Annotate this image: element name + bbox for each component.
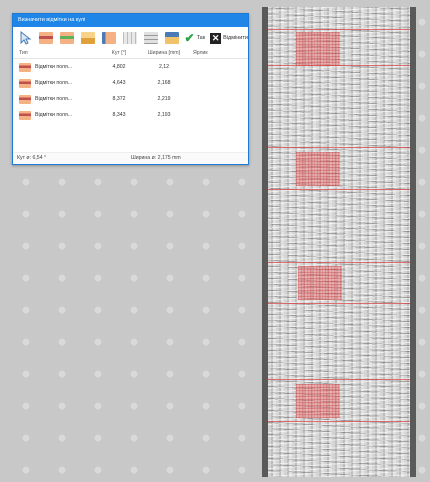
table-icon[interactable] xyxy=(143,30,159,46)
cell-type-text: Відмітки поля... xyxy=(35,96,73,102)
table-row[interactable]: Відмітки поля... 4,643 2,168 xyxy=(13,75,248,91)
cell-label[interactable] xyxy=(189,75,243,91)
layer-icon[interactable] xyxy=(80,30,96,46)
column-type-header[interactable]: Тип xyxy=(13,49,99,58)
mark-type-icon xyxy=(19,78,31,88)
table-row[interactable]: Відмітки поля... 4,802 2,12 xyxy=(13,59,248,75)
groove-line xyxy=(268,262,410,263)
sinusoid-add-icon[interactable] xyxy=(38,30,54,46)
cell-label[interactable] xyxy=(189,59,243,75)
groove-line xyxy=(268,379,410,380)
column-angle-header[interactable]: Кут [°] xyxy=(99,49,139,58)
cell-type: Відмітки поля... xyxy=(13,91,99,107)
cell-width: 2,193 xyxy=(157,112,171,118)
groove-line xyxy=(268,303,410,304)
cell-angle: 8,372 xyxy=(112,96,126,102)
average-angle: Кут ø: 6,54 ° xyxy=(17,155,47,161)
column-label-header[interactable]: Ярлик xyxy=(189,49,243,58)
table-row[interactable]: Відмітки поля... 8,372 2,219 xyxy=(13,91,248,107)
cell-type-text: Відмітки поля... xyxy=(35,80,73,86)
groove-line xyxy=(268,421,410,422)
cell-type-text: Відмітки поля... xyxy=(35,64,73,70)
cell-width: 2,12 xyxy=(158,64,170,70)
cell-type: Відмітки поля... xyxy=(13,75,99,91)
export-icon[interactable] xyxy=(164,30,180,46)
average-width: Ширина ø: 2,175 mm xyxy=(131,155,181,161)
check-icon: ✔ xyxy=(184,31,195,45)
cell-type: Відмітки поля... xyxy=(13,107,99,123)
cell-label[interactable] xyxy=(189,91,243,107)
cancel-button[interactable]: ✕ Відмінити xyxy=(210,30,248,46)
cell-width: 2,219 xyxy=(157,96,171,102)
selected-mark-region[interactable] xyxy=(296,152,340,186)
pointer-icon[interactable] xyxy=(17,30,33,46)
groove-line xyxy=(268,29,410,30)
sinusoid-edit-icon[interactable] xyxy=(101,30,117,46)
mark-type-icon xyxy=(19,110,31,120)
define-marks-dialog: Визначити відмітки на кулі ✔ Так ✕ Відмі… xyxy=(12,13,249,165)
bullet-image-strip[interactable] xyxy=(268,7,410,477)
status-bar: Кут ø: 6,54 ° Ширина ø: 2,175 mm xyxy=(13,152,248,164)
mark-type-icon xyxy=(19,94,31,104)
cell-angle: 8,343 xyxy=(112,112,126,118)
column-width-header[interactable]: Ширина [mm] xyxy=(139,49,189,58)
table-row[interactable]: Відмітки поля... 8,343 2,193 xyxy=(13,107,248,123)
sinusoid-green-icon[interactable] xyxy=(59,30,75,46)
cell-label[interactable] xyxy=(189,107,243,123)
marks-table: Тип Кут [°] Ширина [mm] Ярлик Відмітки п… xyxy=(13,49,248,123)
groove-line xyxy=(268,189,410,190)
cell-type-text: Відмітки поля... xyxy=(35,112,73,118)
cancel-button-label: Відмінити xyxy=(223,35,248,41)
groove-line xyxy=(268,147,410,148)
close-icon: ✕ xyxy=(210,32,222,44)
cell-type: Відмітки поля... xyxy=(13,59,99,75)
mark-type-icon xyxy=(19,62,31,72)
dialog-title: Визначити відмітки на кулі xyxy=(13,14,248,27)
grid-icon[interactable] xyxy=(122,30,138,46)
selected-mark-region[interactable] xyxy=(296,32,340,66)
selected-mark-region[interactable] xyxy=(296,384,340,418)
dialog-toolbar: ✔ Так ✕ Відмінити xyxy=(13,27,248,49)
bullet-image-edge-right xyxy=(410,7,416,477)
selected-mark-region[interactable] xyxy=(298,266,342,300)
cell-angle: 4,643 xyxy=(112,80,126,86)
cell-angle: 4,802 xyxy=(112,64,126,70)
table-header: Тип Кут [°] Ширина [mm] Ярлик xyxy=(13,49,248,59)
ok-button[interactable]: ✔ Так xyxy=(185,30,206,46)
cell-width: 2,168 xyxy=(157,80,171,86)
ok-button-label: Так xyxy=(196,35,206,41)
